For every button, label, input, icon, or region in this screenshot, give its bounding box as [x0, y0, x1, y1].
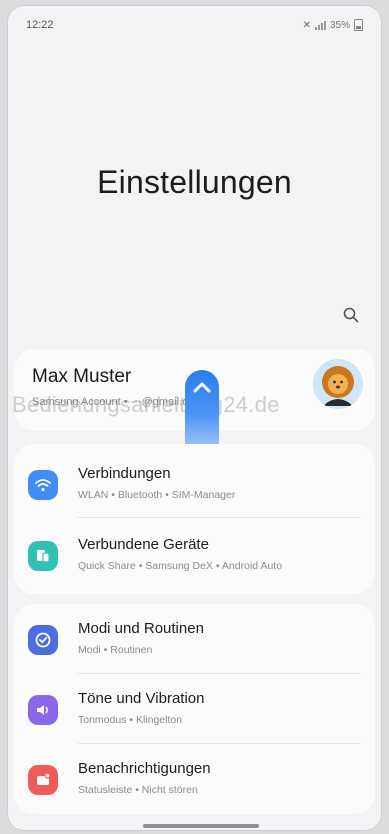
status-icons: ✕ 35% — [303, 19, 363, 31]
volume-icon — [28, 695, 58, 725]
item-subtitle: Statusleiste • Nicht stören — [78, 784, 198, 796]
settings-item-toene-und-vibration[interactable]: Töne und Vibration Tonmodus • Klingelton — [14, 674, 375, 744]
avatar-lion-icon — [322, 366, 354, 406]
item-subtitle: Quick Share • Samsung DeX • Android Auto — [78, 560, 283, 572]
search-button[interactable] — [339, 303, 363, 327]
status-time: 12:22 — [26, 19, 54, 31]
devices-icon — [28, 541, 58, 571]
item-subtitle: Modi • Routinen — [78, 644, 153, 656]
item-label: Modi und Routinen — [78, 620, 204, 637]
item-label: Benachrichtigungen — [78, 760, 211, 777]
divider — [78, 517, 361, 518]
settings-item-verbindungen[interactable]: Verbindungen WLAN • Bluetooth • SIM-Mana… — [14, 449, 375, 519]
item-label: Verbundene Geräte — [78, 536, 209, 553]
phone-screen: 12:22 ✕ 35% Einstellungen Max Muster Sam… — [8, 6, 381, 830]
chevron-up-icon — [193, 382, 211, 393]
page-title: Einstellungen — [97, 164, 292, 200]
notification-icon — [28, 765, 58, 795]
settings-group-general: Modi und Routinen Modi • Routinen Töne u… — [14, 604, 375, 814]
account-subtitle: Samsung Account • ···@gmail.com — [32, 396, 203, 408]
item-subtitle: WLAN • Bluetooth • SIM-Manager — [78, 489, 236, 501]
item-label: Töne und Vibration — [78, 690, 205, 707]
settings-item-verbundene-geraete[interactable]: Verbundene Geräte Quick Share • Samsung … — [14, 520, 375, 590]
account-name: Max Muster — [32, 366, 132, 387]
settings-group-connections: Verbindungen WLAN • Bluetooth • SIM-Mana… — [14, 444, 375, 594]
battery-percent: 35% — [329, 19, 350, 31]
settings-item-benachrichtigungen[interactable]: Benachrichtigungen Statusleiste • Nicht … — [14, 744, 375, 814]
item-subtitle: Tonmodus • Klingelton — [78, 714, 183, 726]
wifi-icon — [28, 470, 58, 500]
battery-icon — [354, 19, 363, 31]
signal-icon — [314, 20, 326, 30]
home-indicator[interactable] — [143, 824, 259, 828]
mute-icon: ✕ — [302, 19, 311, 31]
search-icon — [343, 307, 359, 323]
status-bar: 12:22 ✕ 35% — [26, 16, 363, 34]
settings-item-modi-und-routinen[interactable]: Modi und Routinen Modi • Routinen — [14, 604, 375, 674]
item-label: Verbindungen — [78, 465, 171, 482]
check-circle-icon — [28, 625, 58, 655]
avatar[interactable] — [313, 359, 363, 409]
